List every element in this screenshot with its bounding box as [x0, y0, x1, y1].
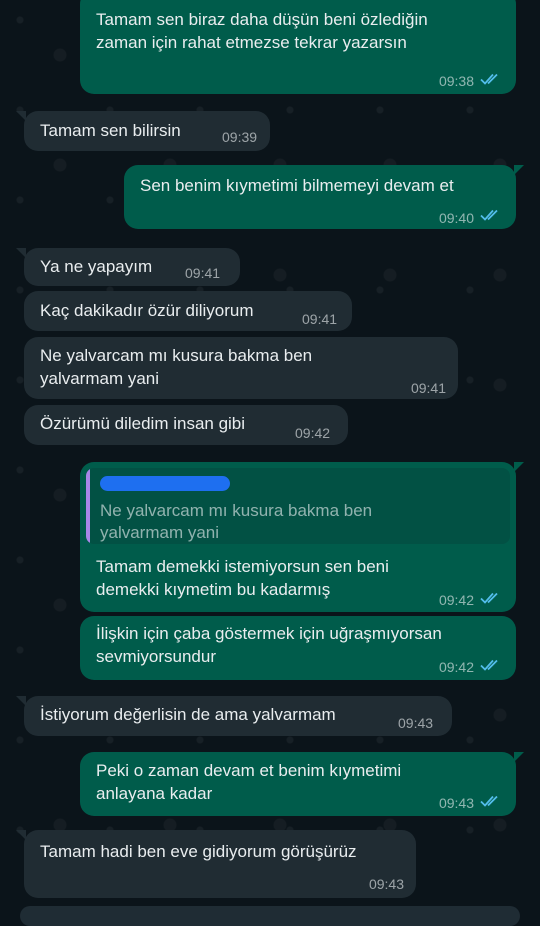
message-time: 09:41 — [302, 311, 338, 327]
message-text: İlişkin için çaba göstermek için uğraşmı… — [96, 624, 442, 666]
read-ticks-icon — [480, 795, 498, 807]
next-message-partial — [20, 906, 520, 926]
message-text: Kaç dakikadır özür diliyorum — [40, 301, 254, 320]
message-outgoing[interactable]: Tamam sen biraz daha düşün beni özlediği… — [80, 0, 516, 94]
bubble-tail — [16, 830, 26, 840]
quoted-text: Ne yalvarcam mı kusura bakma ben yalvarm… — [100, 501, 373, 542]
message-time: 09:43 — [438, 795, 474, 811]
message-text: Tamam demekki istemiyorsun sen beni deme… — [96, 557, 389, 599]
message-time: 09:39 — [222, 129, 258, 145]
message-text: Tamam sen biraz daha düşün beni özlediği… — [96, 10, 428, 52]
message-time: 09:38 — [438, 73, 474, 89]
bubble-tail — [16, 696, 26, 706]
bubble-tail — [514, 462, 524, 472]
read-ticks-icon — [480, 592, 498, 604]
message-time: 09:42 — [438, 592, 474, 608]
message-text: Tamam sen bilirsin — [40, 121, 181, 140]
message-incoming[interactable]: Kaç dakikadır özür diliyorum 09:41 — [24, 291, 352, 331]
message-incoming[interactable]: Özürümü diledim insan gibi 09:42 — [24, 405, 348, 445]
message-incoming[interactable]: İstiyorum değerlisin de ama yalvarmam 09… — [16, 696, 452, 736]
message-incoming[interactable]: Tamam sen bilirsin 09:39 — [16, 111, 270, 151]
message-outgoing[interactable]: Peki o zaman devam et benim kıymetimi an… — [80, 752, 524, 816]
message-text: Sen benim kıymetimi bilmemeyi devam et — [140, 176, 454, 195]
quoted-sender-redacted — [100, 476, 230, 491]
message-time: 09:42 — [438, 659, 474, 675]
message-time: 09:42 — [295, 425, 331, 441]
message-text: Ya ne yapayım — [40, 257, 153, 276]
message-incoming[interactable]: Ya ne yapayım 09:41 — [16, 248, 240, 286]
bubble-tail — [514, 752, 524, 762]
message-time: 09:43 — [368, 876, 404, 892]
quote-accent-bar — [86, 468, 90, 544]
bubble-tail — [514, 165, 524, 175]
bubble-tail — [16, 248, 26, 258]
bubble-tail — [16, 111, 26, 121]
message-outgoing[interactable]: İlişkin için çaba göstermek için uğraşmı… — [80, 616, 516, 680]
message-incoming[interactable]: Tamam hadi ben eve gidiyorum görüşürüz 0… — [16, 830, 416, 898]
quoted-message[interactable]: Ne yalvarcam mı kusura bakma ben yalvarm… — [86, 468, 510, 544]
message-text: Özürümü diledim insan gibi — [40, 414, 246, 433]
message-time: 09:40 — [438, 210, 474, 226]
message-text: İstiyorum değerlisin de ama yalvarmam — [40, 705, 336, 724]
read-ticks-icon — [480, 209, 498, 221]
read-ticks-icon — [480, 73, 498, 85]
message-time: 09:43 — [398, 715, 434, 731]
message-text: Peki o zaman devam et benim kıymetimi an… — [96, 761, 402, 803]
message-text: Ne yalvarcam mı kusura bakma ben yalvarm… — [40, 346, 313, 388]
read-ticks-icon — [480, 659, 498, 671]
chat-messages[interactable]: Tamam sen biraz daha düşün beni özlediği… — [0, 0, 540, 926]
message-outgoing-reply[interactable]: Ne yalvarcam mı kusura bakma ben yalvarm… — [80, 462, 524, 612]
message-time: 09:41 — [410, 380, 446, 396]
message-outgoing[interactable]: Sen benim kıymetimi bilmemeyi devam et 0… — [124, 165, 524, 229]
message-incoming[interactable]: Ne yalvarcam mı kusura bakma ben yalvarm… — [24, 337, 458, 399]
message-text: Tamam hadi ben eve gidiyorum görüşürüz — [40, 842, 357, 861]
message-time: 09:41 — [185, 265, 221, 281]
